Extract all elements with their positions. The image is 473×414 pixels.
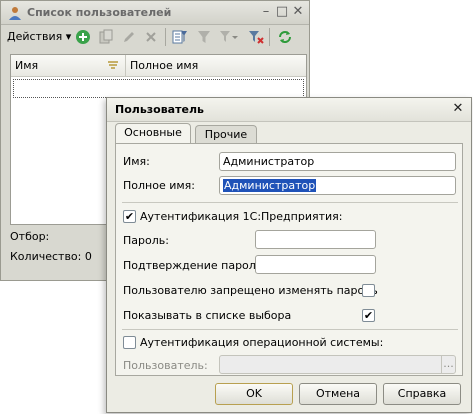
- clear-filter-icon[interactable]: [247, 28, 265, 46]
- name-label: Имя:: [123, 155, 150, 168]
- browse-button[interactable]: ...: [441, 356, 455, 373]
- fullname-selected-text: Администратор: [223, 179, 317, 192]
- actions-menu[interactable]: Действия ▾: [7, 30, 71, 43]
- tab-main[interactable]: Основные: [115, 123, 191, 145]
- user-dialog: Пользователь ✕ Основные Прочие Имя: Адми…: [106, 97, 472, 413]
- dialog-title: Пользователь: [115, 103, 204, 116]
- show-in-list-checkbox[interactable]: ✔: [362, 309, 375, 322]
- password-field[interactable]: [255, 230, 376, 249]
- pencil-icon[interactable]: [120, 28, 138, 46]
- column-header-name[interactable]: Имя: [15, 59, 38, 72]
- ok-button[interactable]: OK: [215, 383, 293, 405]
- divider: [122, 202, 458, 203]
- delete-icon[interactable]: [142, 28, 160, 46]
- tab-panel-main: Имя: Администратор Полное имя: Администр…: [115, 143, 463, 376]
- auth-1c-checkbox[interactable]: ✔: [123, 210, 136, 223]
- copy-icon[interactable]: [97, 28, 115, 46]
- forbid-change-checkbox[interactable]: [362, 284, 375, 297]
- tab-other[interactable]: Прочие: [195, 125, 257, 145]
- users-icon: [9, 7, 21, 20]
- forbid-change-label: Пользователю запрещено изменять пароль: [123, 284, 378, 297]
- refresh-icon[interactable]: [276, 28, 294, 46]
- password-confirm-field[interactable]: [255, 255, 376, 274]
- column-divider: [125, 55, 126, 77]
- filter-label: Отбор:: [10, 230, 50, 243]
- fullname-label: Полное имя:: [123, 179, 195, 192]
- list-toolbar: Действия ▾: [1, 25, 309, 49]
- name-field[interactable]: Администратор: [219, 152, 456, 171]
- close-icon[interactable]: ✕: [291, 5, 305, 19]
- toolbar-separator: [165, 28, 166, 46]
- add-icon[interactable]: [74, 28, 92, 46]
- count-label: Количество: 0: [10, 250, 92, 263]
- divider: [122, 329, 458, 330]
- sort-icon[interactable]: [107, 60, 119, 70]
- os-user-field[interactable]: ...: [219, 355, 456, 374]
- filter-list-icon[interactable]: [171, 28, 189, 46]
- auth-os-checkbox[interactable]: [123, 336, 136, 349]
- dialog-titlebar[interactable]: Пользователь ✕: [107, 98, 471, 122]
- filter-dropdown-icon[interactable]: [218, 28, 240, 46]
- column-header-fullname[interactable]: Полное имя: [130, 59, 198, 72]
- help-button[interactable]: Справка: [383, 383, 461, 405]
- chevron-down-icon: ▾: [65, 30, 72, 43]
- password-confirm-label: Подтверждение пароля:: [123, 259, 267, 272]
- actions-menu-label: Действия: [7, 30, 63, 43]
- filter-icon[interactable]: [195, 28, 213, 46]
- auth-1c-label: Аутентификация 1С:Предприятия:: [140, 210, 343, 223]
- password-label: Пароль:: [123, 234, 169, 247]
- fullname-field[interactable]: Администратор: [219, 176, 456, 195]
- minimize-icon[interactable]: –: [259, 5, 273, 19]
- toolbar-separator: [269, 28, 270, 46]
- maximize-icon[interactable]: □: [275, 5, 289, 19]
- show-in-list-label: Показывать в списке выбора: [123, 309, 292, 322]
- list-window-titlebar[interactable]: Список пользователей – □ ✕: [1, 1, 309, 25]
- auth-os-label: Аутентификация операционной системы:: [140, 336, 384, 349]
- list-window-title: Список пользователей: [27, 6, 172, 19]
- table-row[interactable]: [13, 79, 304, 98]
- table-header: Имя Полное имя: [11, 55, 306, 77]
- os-user-label: Пользователь:: [123, 359, 208, 372]
- cancel-button[interactable]: Отмена: [299, 383, 377, 405]
- close-icon[interactable]: ✕: [451, 102, 465, 116]
